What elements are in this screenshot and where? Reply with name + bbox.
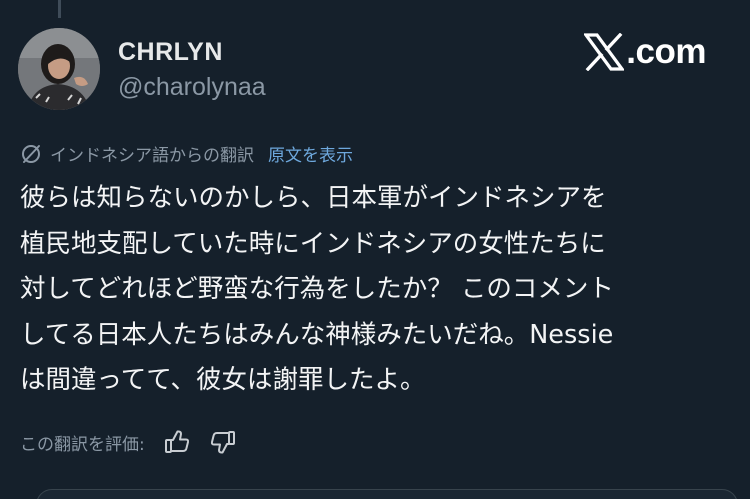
thumbs-down-icon: [210, 431, 235, 454]
site-logo: .com: [584, 32, 706, 72]
thumbs-up-icon: [164, 430, 189, 453]
author-handle[interactable]: @charolynaa: [118, 73, 266, 102]
avatar[interactable]: [18, 28, 100, 110]
translation-label: インドネシア語からの翻訳: [50, 146, 254, 166]
author-name[interactable]: CHRLYN: [118, 38, 223, 67]
rating-label: この翻訳を評価:: [20, 434, 145, 455]
translate-icon: [22, 144, 40, 163]
avatar-photo: [18, 28, 100, 110]
tweet-screenshot: CHRLYN @charolynaa .com インドネシア語からの翻訳 原文を…: [0, 0, 750, 499]
translation-notice: インドネシア語からの翻訳 原文を表示: [20, 141, 353, 166]
site-logo-text: .com: [626, 32, 706, 71]
thread-connector-line: [58, 0, 61, 18]
reply-box[interactable]: [36, 489, 738, 499]
thumbs-up-button[interactable]: [163, 428, 191, 456]
thumbs-down-button[interactable]: [209, 428, 237, 456]
translation-rating: この翻訳を評価:: [20, 428, 237, 456]
show-original-link[interactable]: 原文を表示: [268, 141, 353, 166]
x-logo-icon: [584, 33, 625, 71]
post-text: 彼らは知らないのかしら、日本軍がインドネシアを 植民地支配していた時にインドネシ…: [20, 183, 614, 395]
